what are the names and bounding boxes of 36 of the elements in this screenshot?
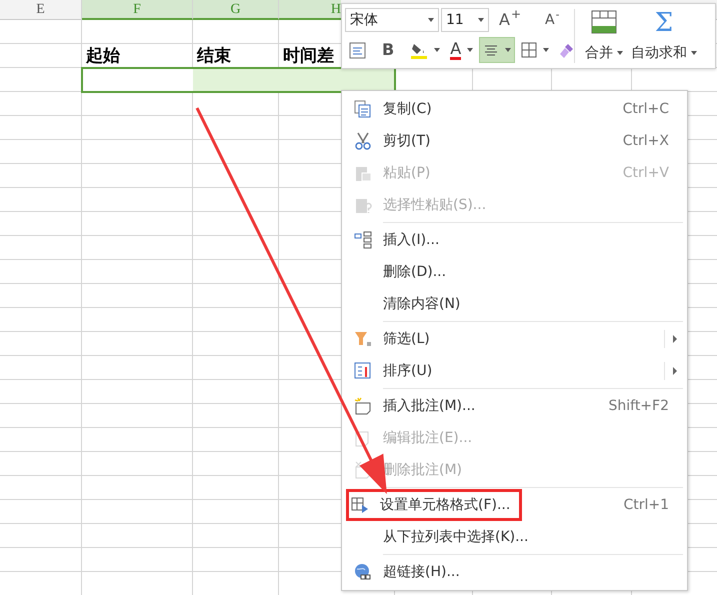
grow-font-button[interactable]: A$^{+}$ [495, 7, 526, 33]
font-color-button[interactable]: A [446, 37, 478, 63]
shrink-font-button[interactable]: A$^{-}$ [541, 7, 564, 33]
font-select[interactable]: 宋体 [345, 8, 439, 32]
bold-button[interactable]: B [378, 37, 398, 63]
sort-icon [354, 362, 372, 380]
menu-item[interactable]: 清除内容(N) [342, 288, 687, 320]
copy-icon [354, 100, 372, 118]
merge-button[interactable]: 合并 [581, 4, 627, 68]
align-center-button[interactable] [479, 37, 516, 63]
autosum-button[interactable]: Σ 自动求和 [627, 4, 701, 68]
submenu-arrow-icon [673, 335, 677, 343]
menu-item[interactable]: 复制(C) Ctrl+C [342, 93, 687, 125]
submenu-arrow-icon [673, 367, 677, 375]
filter-icon [354, 330, 372, 348]
clipboard-icon [354, 164, 372, 182]
table-cell-text: 结束 [196, 46, 231, 66]
globe-link-icon [354, 563, 372, 581]
fill-color-icon [410, 41, 428, 59]
menu-item[interactable]: 从下拉列表中选择(K)... [342, 521, 687, 553]
menu-item[interactable]: 排序(U) [342, 355, 687, 387]
merge-cells-icon [591, 10, 617, 34]
table-cell-text: 起始 [84, 46, 120, 66]
size-select[interactable]: 11 [441, 8, 489, 32]
menu-item-label: 设置单元格格式(F)... [380, 496, 510, 514]
clipboard-icon [354, 196, 372, 214]
scissors-icon [354, 132, 372, 150]
table-cell-text: 时间差 [282, 46, 334, 66]
menu-item[interactable]: 剪切(T) Ctrl+X [342, 125, 687, 157]
menu-item[interactable]: 删除(D)... [342, 256, 687, 288]
comment-icon [354, 397, 372, 415]
format-cells-icon [351, 496, 369, 514]
borders-icon [521, 42, 538, 58]
format-painter-icon [559, 42, 576, 58]
insert-cells-icon [354, 231, 372, 249]
wrap-text-icon [349, 42, 366, 58]
